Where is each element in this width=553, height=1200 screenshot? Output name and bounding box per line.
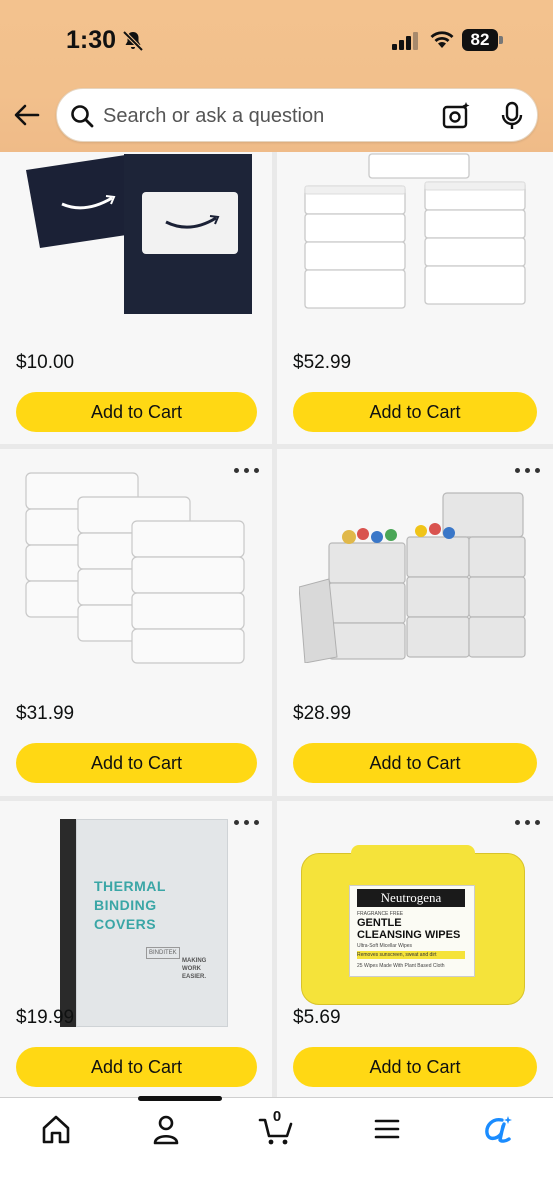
product-price: $5.69 (293, 1007, 341, 1028)
search-input[interactable] (103, 101, 423, 131)
cover-brand: BINDITEK (146, 947, 180, 959)
product-image: Neutrogena FRAGRANCE FREE GENTLE CLEANSI… (301, 845, 525, 1013)
wipes-line2: CLEANSING WIPES (357, 929, 461, 941)
wifi-icon (430, 31, 454, 48)
status-time: 1:30 (66, 26, 117, 54)
product-image (25, 472, 245, 664)
wipes-badge: Removes sunscreen, sweat and dirt (357, 951, 465, 959)
battery-percent: 82 (470, 30, 490, 49)
product-price: $19.99 (16, 1007, 75, 1028)
more-options-icon[interactable] (515, 817, 541, 827)
product-price: $31.99 (16, 703, 75, 724)
signal-icon (392, 32, 418, 50)
search-icon (71, 105, 94, 128)
cover-tagline1: MAKING (182, 958, 207, 964)
account-icon[interactable] (146, 1112, 186, 1146)
product-image (304, 153, 526, 309)
cover-tagline3: EASIER. (182, 974, 207, 980)
add-to-cart-button[interactable]: Add to Cart (293, 743, 537, 783)
product-price: $10.00 (16, 352, 75, 373)
wipes-line3: Ultra-Soft Micellar Wipes (357, 943, 413, 949)
add-to-cart-button[interactable]: Add to Cart (16, 392, 257, 432)
product-card[interactable]: $10.00 Add to Cart (0, 152, 272, 444)
bottom-nav: 0 (0, 1096, 553, 1200)
cart-count: 0 (272, 1108, 282, 1125)
cart-button[interactable]: 0 (257, 1108, 297, 1146)
rufus-icon[interactable] (478, 1112, 518, 1146)
more-options-icon[interactable] (234, 817, 260, 827)
app-header: 1:30 82 (0, 0, 553, 152)
menu-icon[interactable] (367, 1112, 407, 1146)
cover-text-line1: THERMAL (94, 878, 166, 894)
bell-off-icon (122, 30, 144, 52)
wipes-brand: Neutrogena (357, 889, 465, 907)
search-bar[interactable] (56, 88, 538, 142)
product-card[interactable]: $52.99 Add to Cart (277, 152, 553, 444)
cover-text-line3: COVERS (94, 916, 157, 932)
nav-active-indicator (138, 1096, 222, 1101)
wipes-count: 25 Wipes Made With Plant Based Cloth (357, 963, 445, 969)
product-price: $52.99 (293, 352, 352, 373)
product-card[interactable]: Neutrogena FRAGRANCE FREE GENTLE CLEANSI… (277, 801, 553, 1100)
product-grid: $10.00 Add to Cart $52.99 Add to Cart $3… (0, 152, 553, 1100)
add-to-cart-button[interactable]: Add to Cart (16, 1047, 257, 1087)
product-price: $28.99 (293, 703, 352, 724)
product-card[interactable]: $28.99 Add to Cart (277, 449, 553, 796)
microphone-icon[interactable] (499, 101, 525, 131)
product-image (299, 492, 526, 663)
add-to-cart-button[interactable]: Add to Cart (293, 1047, 537, 1087)
wipes-line1: GENTLE (357, 917, 402, 929)
add-to-cart-button[interactable]: Add to Cart (16, 743, 257, 783)
product-card[interactable]: THERMAL BINDING COVERS BINDITEK MAKING W… (0, 801, 272, 1100)
status-bar: 1:30 82 (0, 0, 553, 80)
home-icon[interactable] (36, 1112, 76, 1146)
battery-indicator: 82 (462, 29, 504, 51)
more-options-icon[interactable] (515, 465, 541, 475)
cover-tagline2: WORK (182, 966, 201, 972)
cover-text-line2: BINDING (94, 897, 157, 913)
product-image (26, 154, 252, 314)
product-card[interactable]: $31.99 Add to Cart (0, 449, 272, 796)
product-image: THERMAL BINDING COVERS BINDITEK MAKING W… (42, 819, 232, 1031)
camera-search-icon[interactable] (441, 101, 471, 131)
back-arrow-icon[interactable] (12, 100, 42, 130)
add-to-cart-button[interactable]: Add to Cart (293, 392, 537, 432)
